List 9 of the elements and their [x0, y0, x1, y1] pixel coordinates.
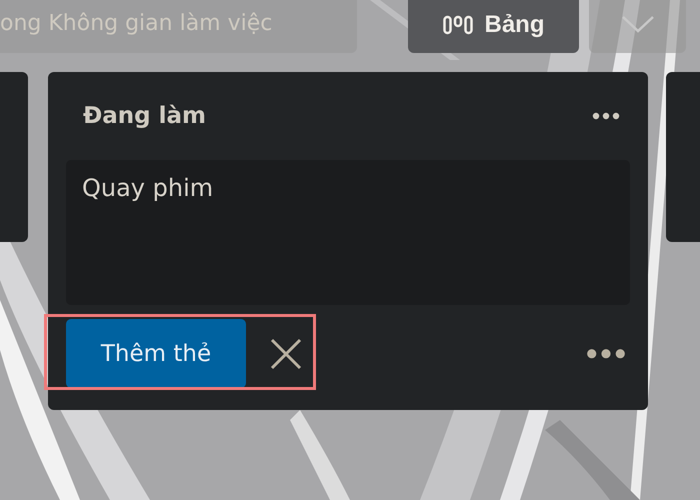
chevron-icon — [620, 14, 654, 32]
add-card-button[interactable]: Thêm thẻ — [66, 319, 246, 388]
more-icon — [592, 112, 620, 120]
card-title-field[interactable]: Quay phim — [66, 160, 630, 305]
board-icon — [442, 14, 472, 36]
more-icon — [586, 348, 626, 360]
board-view-button[interactable]: Bảng — [408, 0, 579, 53]
close-icon — [270, 338, 302, 370]
list-title: Đang làm — [83, 103, 206, 129]
